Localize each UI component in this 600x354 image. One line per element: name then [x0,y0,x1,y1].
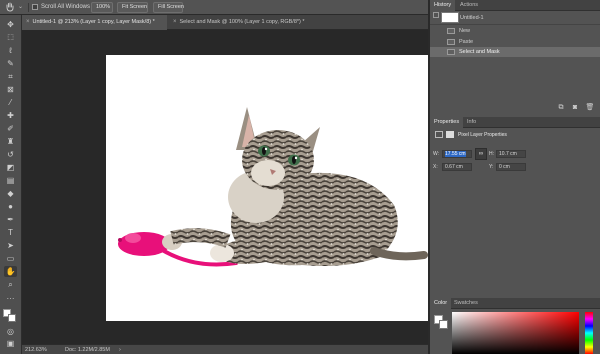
hand-tool-icon[interactable] [5,2,15,12]
document-canvas[interactable] [106,55,428,321]
pink-toy-body [118,232,170,256]
document-tab-bar: × Untitled-1 @ 213% (Layer 1 copy, Layer … [22,15,428,30]
close-icon[interactable]: × [26,19,30,25]
background-color-swatch[interactable] [8,314,16,322]
w-label: W: [433,151,440,157]
right-panel-dock: History Actions Untitled-1 New Paste Sel… [430,0,600,354]
properties-title: Pixel Layer Properties [458,132,507,138]
divider [430,24,600,25]
layer-mask-icon[interactable] [446,131,454,138]
h-label: H: [489,151,494,157]
history-panel-header: History Actions [430,0,600,11]
dodge-tool-icon[interactable]: ● [4,201,17,212]
pen-tool-icon[interactable]: ✒ [4,214,17,225]
gradient-tool-icon[interactable]: ▤ [4,175,17,186]
healing-brush-tool-icon[interactable]: ✚ [4,110,17,121]
quick-selection-tool-icon[interactable]: ✎ [4,58,17,69]
y-field[interactable]: 0 cm [496,163,526,171]
height-field[interactable]: 10.7 cm [496,150,526,158]
screen-mode-icon[interactable]: ▣ [4,338,17,349]
x-field[interactable]: 0.67 cm [442,163,472,171]
lasso-tool-icon[interactable]: ℓ [4,45,17,56]
pixel-layer-icon [435,131,443,138]
blur-tool-icon[interactable]: ◆ [4,188,17,199]
zoom-level[interactable]: 212.63% [25,346,47,354]
tab-color[interactable]: Color [430,298,452,309]
history-step-paste[interactable]: Paste [430,37,600,47]
x-label: X: [433,164,438,170]
history-step-select-and-mask[interactable]: Select and Mask [430,47,600,57]
kitten-with-toy-image [118,107,428,267]
chevron-down-icon[interactable]: ⌄ [18,4,26,12]
close-icon[interactable]: × [173,19,177,25]
zoom-tool-icon[interactable]: ⌕ [4,279,17,290]
history-step-icon [447,27,455,34]
snapshot-thumbnail[interactable] [441,12,459,23]
tab-properties[interactable]: Properties [430,117,464,128]
fill-screen-button[interactable]: Fill Screen [153,2,184,13]
history-step-icon [447,38,455,45]
status-bar: 212.63% Doc: 1.22M/2.85M › [22,344,428,354]
properties-panel-header: Properties Info [430,117,600,128]
color-panel-header: Color Swatches [430,298,600,309]
separator [28,3,29,12]
move-tool-icon[interactable]: ✥ [4,19,17,30]
eyedropper-tool-icon[interactable]: ⁄ [4,97,17,108]
tab-history[interactable]: History [430,0,456,11]
history-step-new[interactable]: New [430,26,600,36]
color-field[interactable] [452,312,579,354]
document-size: Doc: 1.22M/2.85M [65,347,110,353]
type-tool-icon[interactable]: T [4,227,17,238]
clone-stamp-tool-icon[interactable]: ♜ [4,136,17,147]
more-tools-icon[interactable]: ··· [4,293,17,304]
y-label: Y: [489,164,494,170]
background-color-chip[interactable] [439,320,448,329]
scroll-all-windows-label: Scroll All Windows [41,4,91,10]
status-menu-arrow-icon[interactable]: › [119,346,121,354]
history-brush-tool-icon[interactable]: ↺ [4,149,17,160]
marquee-tool-icon[interactable]: ⬚ [4,32,17,43]
history-step-icon [447,48,455,55]
width-field[interactable]: 17.55 cm [442,150,472,158]
scroll-all-windows-checkbox[interactable] [32,4,38,10]
trash-icon[interactable]: 🗑 [585,103,595,112]
frame-tool-icon[interactable]: ⊠ [4,84,17,95]
new-document-from-state-icon[interactable]: ⧉ [556,103,566,112]
crop-tool-icon[interactable]: ⌗ [4,71,17,82]
history-snapshot[interactable]: Untitled-1 [460,13,600,23]
zoom-100-button[interactable]: 100% [91,2,113,13]
hand-tool-icon[interactable]: ✋ [4,266,17,277]
link-icon[interactable]: ∞ [475,148,487,160]
tab-actions[interactable]: Actions [456,0,482,11]
eraser-tool-icon[interactable]: ◩ [4,162,17,173]
tab-info[interactable]: Info [463,117,480,128]
quick-mask-icon[interactable]: ◎ [4,326,17,337]
tools-panel: ✥ ⬚ ℓ ✎ ⌗ ⊠ ⁄ ✚ ✐ ♜ ↺ ◩ ▤ ◆ ● ✒ T ➤ ▭ ✋ … [0,15,22,354]
camera-snapshot-icon[interactable]: ◙ [570,103,580,112]
hue-slider[interactable] [585,312,593,354]
snapshot-source-icon [433,12,439,18]
rectangle-tool-icon[interactable]: ▭ [4,253,17,264]
tab-untitled-1[interactable]: × Untitled-1 @ 213% (Layer 1 copy, Layer … [22,15,167,30]
fit-screen-button[interactable]: Fit Screen [117,2,148,13]
tab-select-and-mask[interactable]: × Select and Mask @ 100% (Layer 1 copy, R… [169,15,319,30]
brush-tool-icon[interactable]: ✐ [4,123,17,134]
path-selection-tool-icon[interactable]: ➤ [4,240,17,251]
tab-swatches[interactable]: Swatches [450,298,482,309]
